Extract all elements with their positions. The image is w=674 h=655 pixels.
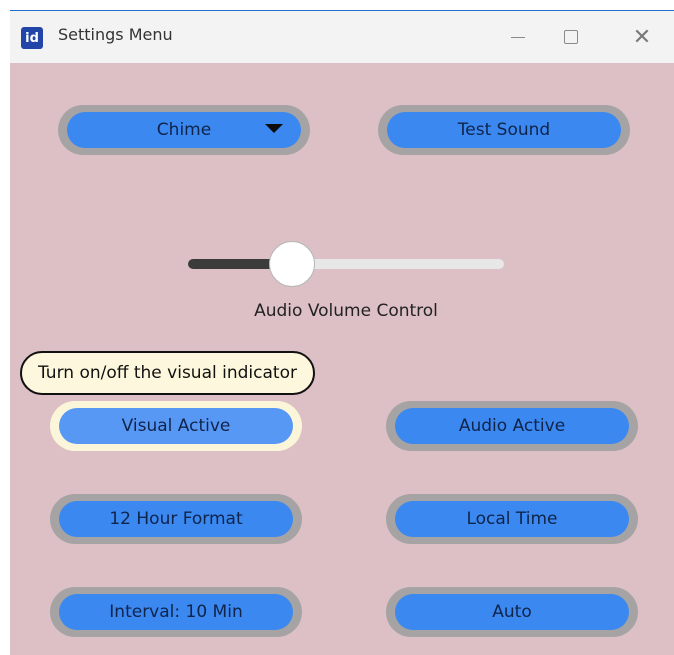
app-icon-text: id (25, 30, 39, 46)
audio-active-button[interactable]: Audio Active (386, 401, 638, 451)
settings-content: Chime Test Sound Audio Volume Control Tu… (10, 63, 674, 655)
auto-button-inner[interactable]: Auto (395, 594, 629, 630)
test-sound-label: Test Sound (457, 120, 551, 140)
volume-label: Audio Volume Control (254, 301, 438, 321)
sound-select-value: Chime (156, 120, 212, 140)
auto-button[interactable]: Auto (386, 587, 638, 637)
interval-label: Interval: 10 Min (109, 602, 243, 622)
hour-format-button-inner[interactable]: 12 Hour Format (59, 501, 293, 537)
settings-window: id Settings Menu ✕ Chime Test Sound Audi… (10, 10, 674, 655)
maximize-icon (564, 30, 578, 44)
minimize-icon (511, 36, 525, 38)
sound-select-inner[interactable]: Chime (67, 112, 301, 148)
maximize-button[interactable] (545, 11, 597, 63)
local-time-button-inner[interactable]: Local Time (395, 501, 629, 537)
visual-active-label: Visual Active (121, 416, 231, 436)
title-bar[interactable]: id Settings Menu ✕ (10, 11, 674, 63)
visual-indicator-tooltip: Turn on/off the visual indicator (20, 351, 315, 395)
hour-format-label: 12 Hour Format (109, 509, 243, 529)
volume-slider[interactable] (188, 239, 504, 289)
interval-button-inner[interactable]: Interval: 10 Min (59, 594, 293, 630)
test-sound-button[interactable]: Test Sound (378, 105, 630, 155)
tooltip-text: Turn on/off the visual indicator (38, 363, 297, 383)
window-title: Settings Menu (58, 25, 173, 44)
app-icon: id (21, 27, 43, 49)
audio-active-button-inner[interactable]: Audio Active (395, 408, 629, 444)
interval-button[interactable]: Interval: 10 Min (50, 587, 302, 637)
hour-format-button[interactable]: 12 Hour Format (50, 494, 302, 544)
audio-active-label: Audio Active (458, 416, 566, 436)
chevron-down-icon (265, 124, 283, 133)
close-button[interactable]: ✕ (616, 11, 668, 63)
visual-active-button-inner[interactable]: Visual Active (59, 408, 293, 444)
volume-slider-thumb[interactable] (269, 241, 315, 287)
minimize-button[interactable] (492, 11, 544, 63)
visual-active-button[interactable]: Visual Active (50, 401, 302, 451)
sound-select[interactable]: Chime (58, 105, 310, 155)
close-icon: ✕ (632, 24, 652, 50)
local-time-label: Local Time (466, 509, 558, 529)
test-sound-button-inner[interactable]: Test Sound (387, 112, 621, 148)
local-time-button[interactable]: Local Time (386, 494, 638, 544)
auto-label: Auto (492, 602, 532, 622)
